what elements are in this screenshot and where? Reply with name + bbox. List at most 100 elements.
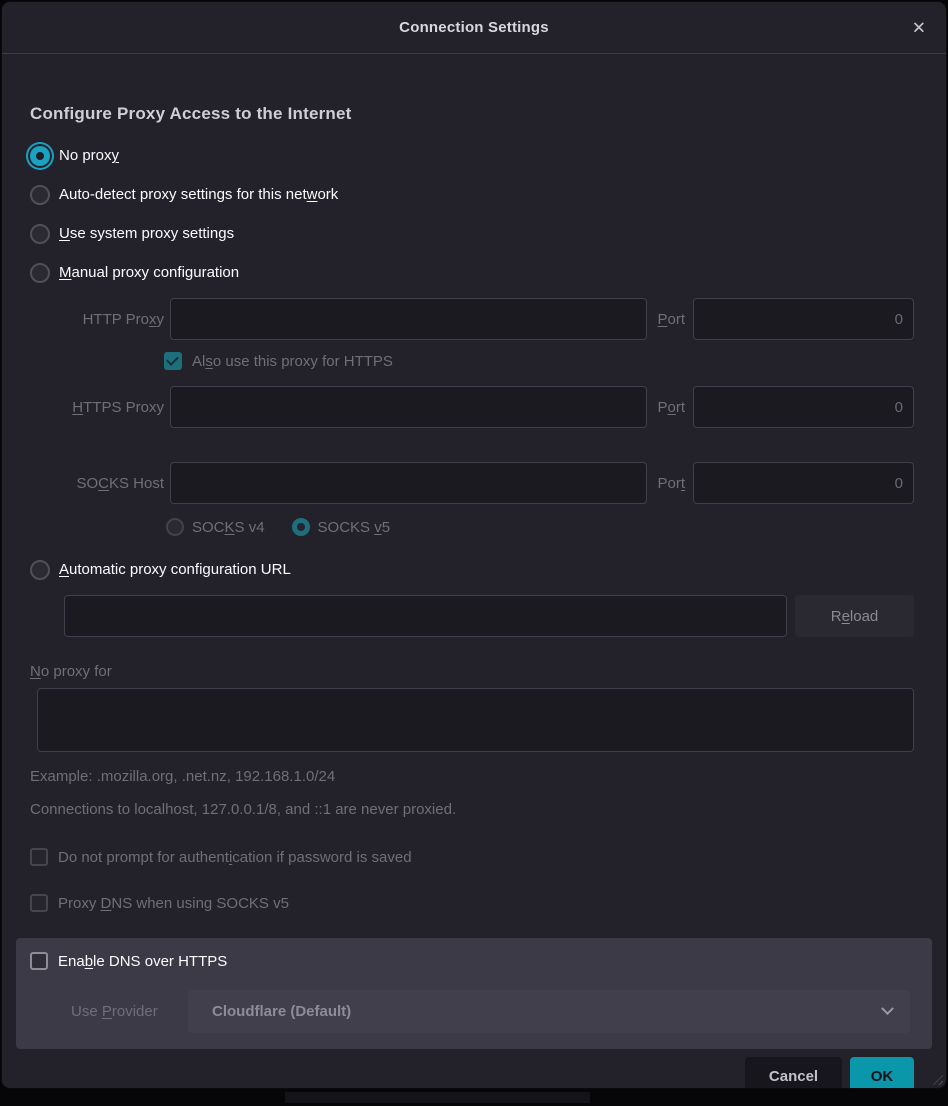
socks-host-label: SOCKS Host <box>30 475 164 492</box>
radio-icon-auto-detect[interactable] <box>30 185 50 205</box>
bypass-note-text: Connections to localhost, 127.0.0.1/8, a… <box>30 801 914 818</box>
dialog-titlebar: Connection Settings ✕ <box>2 2 946 54</box>
radio-option-socks-v5[interactable]: SOCKS v5 <box>292 518 391 536</box>
label-part: y <box>157 311 165 328</box>
radio-icon-socks-v4[interactable] <box>166 518 184 536</box>
radio-option-no-proxy[interactable]: No proxy <box>30 136 914 175</box>
label-part: Al <box>192 353 205 370</box>
label-part: w <box>307 186 318 203</box>
label-part: Auto-detect proxy settings for this net <box>59 186 307 203</box>
label-part: HTTP Pro <box>83 311 149 328</box>
no-proxy-for-textarea[interactable] <box>37 688 914 752</box>
radio-option-auto-config-url[interactable]: Automatic proxy configuration URL <box>30 550 914 589</box>
label-part: cation if password is saved <box>232 849 411 866</box>
enable-doh-row[interactable]: Enable DNS over HTTPS <box>30 952 910 970</box>
dialog-content: Configure Proxy Access to the Internet N… <box>2 104 946 1088</box>
provider-dropdown[interactable]: Cloudflare (Default) <box>188 990 910 1033</box>
use-provider-label: Use Provider <box>71 1003 182 1020</box>
label-part: P <box>657 311 667 328</box>
https-proxy-label: HTTPS Proxy <box>30 399 164 416</box>
label-part: s <box>205 353 213 370</box>
label-part: D <box>101 895 112 912</box>
checkbox-icon-proxy-dns[interactable] <box>30 894 48 912</box>
section-heading: Configure Proxy Access to the Internet <box>30 104 914 124</box>
radio-icon-manual-proxy[interactable] <box>30 263 50 283</box>
doh-provider-row: Use Provider Cloudflare (Default) <box>30 990 910 1033</box>
label-part: anual proxy configuration <box>72 264 240 281</box>
checkbox-icon-enable-doh[interactable] <box>30 952 48 970</box>
socks-port-input[interactable] <box>693 462 914 504</box>
label-part: A <box>59 561 69 578</box>
label-part: S v4 <box>235 519 265 536</box>
radio-label-system-proxy: Use system proxy settings <box>59 225 234 242</box>
label-part: P <box>657 399 667 416</box>
doh-highlight-panel: Enable DNS over HTTPS Use Provider Cloud… <box>16 938 932 1049</box>
https-port-label: Port <box>657 399 685 416</box>
label-part: Proxy <box>58 895 101 912</box>
radio-icon-system-proxy[interactable] <box>30 224 50 244</box>
radio-option-manual-proxy[interactable]: Manual proxy configuration <box>30 253 914 292</box>
dialog-title: Connection Settings <box>399 19 549 36</box>
label-part: SOC <box>192 519 225 536</box>
https-proxy-input[interactable] <box>170 386 647 428</box>
checkbox-icon-no-prompt-auth[interactable] <box>30 848 48 866</box>
bypass-example-text: Example: .mozilla.org, .net.nz, 192.168.… <box>30 768 914 785</box>
label-part: TTPS Proxy <box>83 399 164 416</box>
label-part: H <box>72 399 83 416</box>
radio-label-socks-v5: SOCKS v5 <box>318 519 391 536</box>
reload-button[interactable]: Reload <box>795 595 914 637</box>
connection-settings-dialog: Connection Settings ✕ Configure Proxy Ac… <box>2 2 946 1088</box>
radio-label-socks-v4: SOCKS v4 <box>192 519 265 536</box>
radio-label-auto-config-url: Automatic proxy configuration URL <box>59 561 291 578</box>
label-part: U <box>59 225 70 242</box>
label-part: utomatic proxy configuration URL <box>69 561 291 578</box>
radio-icon-no-proxy[interactable] <box>30 146 50 166</box>
label-part: SOCKS <box>318 519 375 536</box>
http-proxy-label: HTTP Proxy <box>30 311 164 328</box>
no-prompt-auth-row[interactable]: Do not prompt for authentication if pass… <box>30 848 914 866</box>
also-https-row[interactable]: Also use this proxy for HTTPS <box>164 352 914 370</box>
socks-host-row: SOCKS Host Port <box>30 462 914 504</box>
label-part: Use <box>71 1003 102 1020</box>
radio-option-system-proxy[interactable]: Use system proxy settings <box>30 214 914 253</box>
checkbox-icon-also-https[interactable] <box>164 352 182 370</box>
radio-icon-auto-config-url[interactable] <box>30 560 50 580</box>
cancel-button[interactable]: Cancel <box>745 1057 842 1088</box>
label-part: rt <box>676 399 685 416</box>
chevron-down-icon <box>881 1002 894 1015</box>
label-part: Do not prompt for authent <box>58 849 229 866</box>
label-part: y <box>112 147 120 164</box>
enable-doh-label: Enable DNS over HTTPS <box>58 953 227 970</box>
ok-button[interactable]: OK <box>850 1057 914 1088</box>
socks-host-input[interactable] <box>170 462 647 504</box>
label-part: t <box>681 475 685 492</box>
close-icon[interactable]: ✕ <box>908 15 930 40</box>
http-port-input[interactable] <box>693 298 914 340</box>
auto-config-url-row: Reload <box>64 595 914 637</box>
http-port-label: Port <box>657 311 685 328</box>
https-proxy-row: HTTPS Proxy Port <box>30 386 914 428</box>
label-part: N <box>30 663 41 680</box>
proxy-dns-row[interactable]: Proxy DNS when using SOCKS v5 <box>30 894 914 912</box>
no-proxy-for-label: No proxy for <box>30 663 914 680</box>
https-port-input[interactable] <box>693 386 914 428</box>
radio-option-socks-v4[interactable]: SOCKS v4 <box>166 518 265 536</box>
http-proxy-input[interactable] <box>170 298 647 340</box>
dialog-footer: Cancel OK <box>30 1057 914 1088</box>
label-part: Por <box>657 475 680 492</box>
label-part: K <box>225 519 235 536</box>
radio-icon-socks-v5[interactable] <box>292 518 310 536</box>
label-part: e <box>842 608 850 625</box>
label-part: b <box>85 953 93 970</box>
no-prompt-auth-label: Do not prompt for authentication if pass… <box>58 849 412 866</box>
background-page-edge <box>285 1092 590 1103</box>
label-part: rovider <box>112 1003 158 1020</box>
label-part: v <box>374 519 382 536</box>
auto-config-url-input[interactable] <box>64 595 787 637</box>
proxy-dns-label: Proxy DNS when using SOCKS v5 <box>58 895 289 912</box>
label-part: C <box>98 475 109 492</box>
also-https-label: Also use this proxy for HTTPS <box>192 353 393 370</box>
screen-background: Connection Settings ✕ Configure Proxy Ac… <box>0 0 948 1106</box>
label-part: KS Host <box>109 475 164 492</box>
radio-option-auto-detect[interactable]: Auto-detect proxy settings for this netw… <box>30 175 914 214</box>
